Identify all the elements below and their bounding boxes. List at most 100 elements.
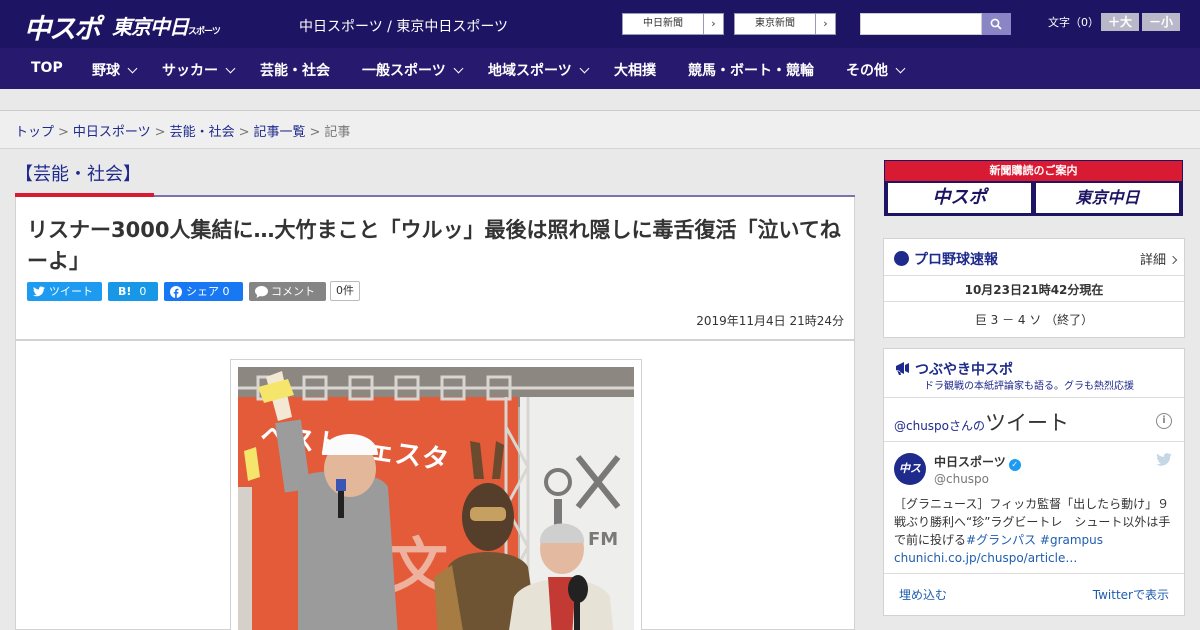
twitter-title-text: つぶやき中スポ	[915, 362, 1013, 378]
nav-racing[interactable]: 競馬・ボート・競輪	[688, 60, 814, 80]
tweet-author-name[interactable]: 中日スポーツ ✓	[934, 453, 1021, 471]
nav-baseball[interactable]: 野球	[92, 60, 138, 80]
tweet-button[interactable]: ツイート	[27, 282, 102, 301]
detail-label: 詳細	[1139, 253, 1166, 268]
facebook-label: シェア 0	[186, 285, 230, 298]
nav-entertainment[interactable]: 芸能・社会	[260, 60, 330, 80]
divider	[884, 441, 1184, 442]
font-larger-button[interactable]: ＋大	[1101, 13, 1139, 31]
chevron-down-icon	[579, 63, 590, 74]
twitter-bird-icon	[33, 286, 45, 297]
breadcrumb-chunichi-sports[interactable]: 中日スポーツ	[73, 125, 151, 140]
breadcrumb-separator: >	[238, 125, 250, 140]
chunichi-shimbun-link[interactable]: 中日新聞 ›	[622, 13, 724, 35]
megaphone-icon	[896, 362, 909, 375]
nav-label: 一般スポーツ	[362, 63, 446, 79]
baseball-score-card: プロ野球速報 詳細 10月23日21時42分現在 巨 3 － 4 ソ （終了）	[883, 238, 1185, 338]
nav-general-sports[interactable]: 一般スポーツ	[362, 60, 464, 80]
hatena-count: 0	[139, 285, 147, 298]
tweet-article-link[interactable]: chunichi.co.jp/chuspo/article…	[894, 551, 1077, 565]
tokyo-shimbun-link[interactable]: 東京新聞 ›	[734, 13, 836, 35]
search-input[interactable]	[860, 13, 982, 35]
chunichi-shimbun-label: 中日新聞	[643, 18, 683, 29]
breadcrumb-current: 記事	[324, 125, 351, 140]
chevron-right-icon	[1168, 255, 1178, 265]
ad-chuspo-logo[interactable]: 中スポ	[888, 183, 1031, 213]
hatena-bookmark-button[interactable]: B! 0	[108, 282, 158, 301]
subscription-ad-title: 新聞購読のご案内	[885, 161, 1182, 181]
breadcrumb-top[interactable]: トップ	[15, 125, 54, 140]
breadcrumb-entertainment[interactable]: 芸能・社会	[170, 125, 235, 140]
tweet-author-handle[interactable]: @chuspo	[934, 472, 989, 486]
hashtag-link[interactable]: #グランパス	[966, 533, 1036, 547]
comment-count-badge: 0件	[330, 281, 360, 301]
search-icon	[990, 18, 1002, 30]
article-photo[interactable]: ベストフェスタ 文 FM	[238, 367, 634, 630]
breadcrumb: トップ > 中日スポーツ > 芸能・社会 > 記事一覧 > 記事	[15, 121, 350, 140]
hashtag-link[interactable]: #grampus	[1040, 533, 1103, 547]
article-photo-frame: ベストフェスタ 文 FM	[230, 359, 642, 630]
nav-label: 競馬・ボート・競輪	[688, 63, 814, 79]
svg-text:FM: FM	[588, 529, 618, 550]
tokyo-logo-small: スポーツ	[188, 27, 221, 37]
baseball-icon	[894, 251, 909, 266]
twitter-bird-icon[interactable]	[1156, 453, 1172, 466]
nav-label: 野球	[92, 63, 120, 79]
timeline-heading: @chuspoさんのツイート	[894, 407, 1069, 437]
nav-label: 大相撲	[614, 63, 656, 79]
hatena-label: B!	[118, 285, 132, 298]
article-title: リスナー3000人集結に…大竹まこと「ウルッ」最後は照れ隠しに毒舌復活「泣いてね…	[27, 218, 841, 273]
stage-photo-illustration: ベストフェスタ 文 FM	[238, 367, 634, 630]
baseball-detail-link[interactable]: 詳細	[1139, 249, 1178, 268]
site-links[interactable]: 中日スポーツ / 東京中日スポーツ	[299, 16, 508, 36]
timeline-handle[interactable]: @chuspo	[894, 419, 949, 433]
divider	[884, 573, 1184, 574]
comment-button[interactable]: コメント	[249, 282, 326, 301]
tokyo-logo-text: 東京中日	[112, 15, 189, 39]
nav-label: 地域スポーツ	[488, 63, 572, 79]
font-smaller-button[interactable]: －小	[1142, 13, 1180, 31]
chevron-down-icon	[225, 63, 236, 74]
nav-other[interactable]: その他	[846, 60, 906, 80]
nav-top[interactable]: TOP	[31, 60, 63, 76]
embed-link[interactable]: 埋め込む	[899, 586, 947, 603]
chevron-down-icon	[453, 63, 464, 74]
nav-soccer[interactable]: サッカー	[162, 60, 236, 80]
twitter-card-title: つぶやき中スポ	[894, 359, 1013, 379]
breadcrumb-article-list[interactable]: 記事一覧	[254, 125, 306, 140]
baseball-score[interactable]: 巨 3 － 4 ソ （終了）	[884, 311, 1184, 328]
avatar[interactable]: 中ス	[894, 453, 926, 485]
subscription-ad[interactable]: 新聞購読のご案内 中スポ 東京中日	[884, 160, 1183, 216]
main-nav: TOP 野球 サッカー 芸能・社会 一般スポーツ 地域スポーツ 大相撲 競馬・ボ…	[0, 48, 1200, 89]
chevron-right-icon: ›	[815, 14, 835, 34]
nav-label: TOP	[31, 60, 63, 76]
baseball-title-text: プロ野球速報	[914, 252, 998, 268]
baseball-timestamp: 10月23日21時42分現在	[964, 283, 1104, 297]
nav-sumo[interactable]: 大相撲	[614, 60, 656, 80]
tokyo-shimbun-label: 東京新聞	[755, 18, 795, 29]
article-header: リスナー3000人集結に…大竹まこと「ウルッ」最後は照れ隠しに毒舌復活「泣いてね…	[15, 197, 855, 340]
nav-label: サッカー	[162, 63, 218, 79]
chevron-down-icon	[127, 63, 138, 74]
divider	[884, 275, 1184, 276]
ad-tokyo-chunichi-logo[interactable]: 東京中日	[1036, 183, 1179, 213]
breadcrumb-bar: トップ > 中日スポーツ > 芸能・社会 > 記事一覧 > 記事	[0, 111, 1200, 149]
facebook-share-button[interactable]: シェア 0	[164, 282, 243, 301]
search-button[interactable]	[982, 13, 1011, 35]
article-main: 【芸能・社会】 リスナー3000人集結に…大竹まこと「ウルッ」最後は照れ隠しに毒…	[15, 149, 855, 630]
baseball-card-title: プロ野球速報	[894, 249, 998, 269]
divider	[884, 397, 1184, 398]
twitter-card-subtitle: ドラ観戦の本紙評論家も語る。グラも熱烈応援	[924, 381, 1134, 392]
chuspo-logo[interactable]: 中スポ	[24, 7, 101, 46]
timeline-title: ツイート	[985, 411, 1070, 435]
tokyo-chunichi-logo[interactable]: 東京中日スポーツ	[112, 11, 221, 40]
info-icon[interactable]: i	[1156, 413, 1172, 429]
speech-bubble-icon	[255, 286, 268, 298]
nav-local-sports[interactable]: 地域スポーツ	[488, 60, 590, 80]
view-on-twitter-link[interactable]: Twitterで表示	[1093, 586, 1169, 603]
twitter-card: つぶやき中スポ ドラ観戦の本紙評論家も語る。グラも熱烈応援 @chuspoさんの…	[883, 348, 1185, 616]
breadcrumb-separator: >	[154, 125, 166, 140]
tweet-text: ［グラニュース］フィッカ監督「出したら動け」９戦ぶり勝利へ“珍”ラグビートレ シ…	[894, 495, 1176, 567]
nav-label: その他	[846, 63, 888, 79]
chevron-down-icon	[895, 63, 906, 74]
